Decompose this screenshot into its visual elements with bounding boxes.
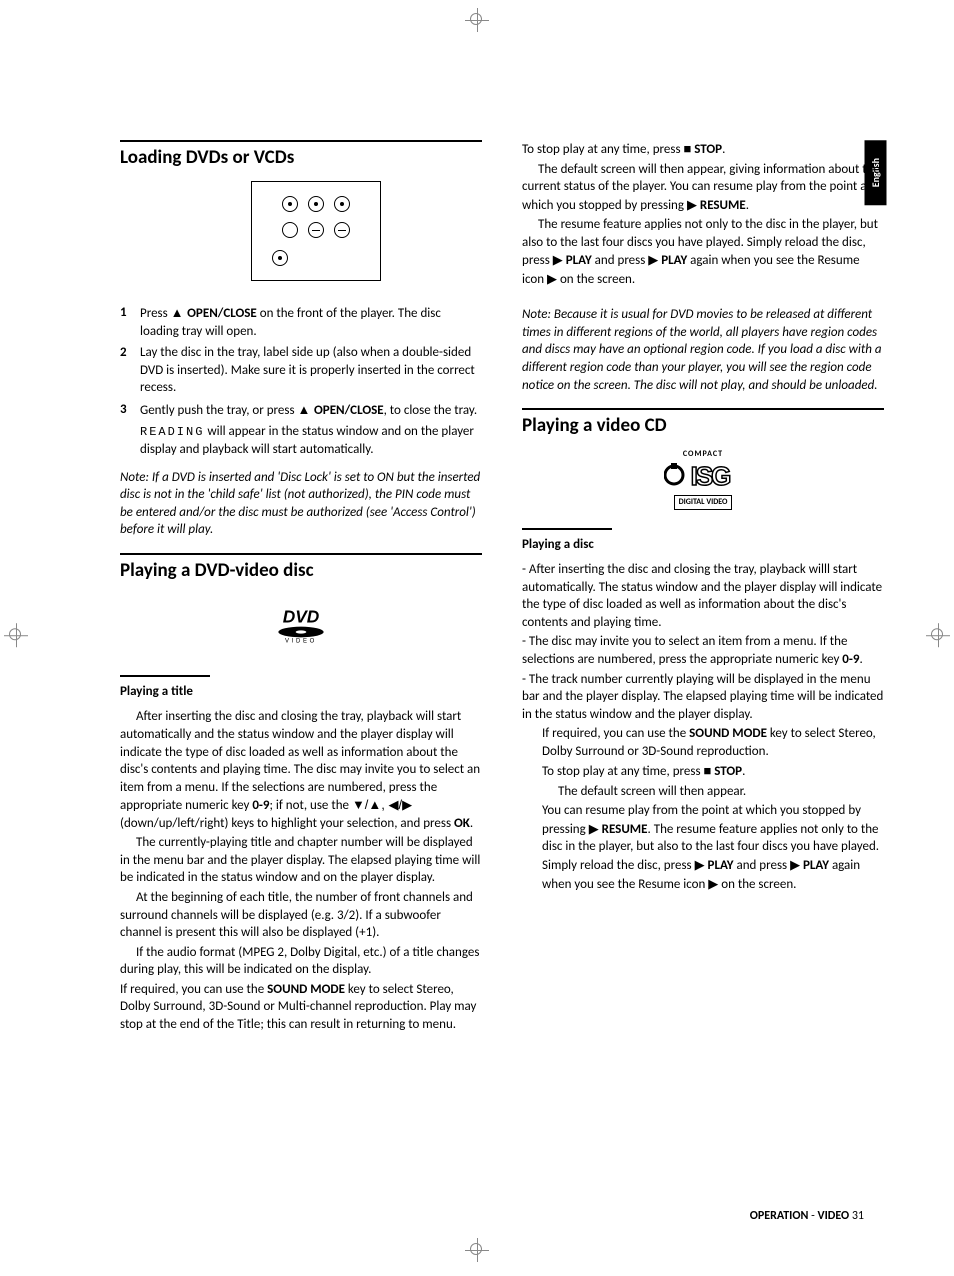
svg-text:VIDEO: VIDEO [285, 639, 317, 645]
section-rule [120, 675, 210, 677]
body-text: If the audio format (MPEG 2, Dolby Digit… [120, 944, 482, 979]
step-number: 2 [120, 344, 140, 397]
resume-icon: ▶ [708, 876, 718, 891]
section-rule [522, 528, 612, 530]
crop-mark-left [4, 623, 28, 653]
body-text: - The disc may invite you to select an i… [522, 633, 884, 668]
cd-logo-bottom: DIGITAL VIDEO [674, 495, 733, 510]
step-number: 1 [120, 304, 140, 340]
body-text: The currently-playing title and chapter … [120, 834, 482, 887]
body-text: The resume feature applies not only to t… [522, 216, 884, 288]
step-1: 1 Press ▲ OPEN/CLOSE on the front of the… [120, 304, 482, 340]
footer-section: OPERATION [750, 1209, 809, 1223]
svg-text:DVD: DVD [283, 607, 320, 627]
note-disc-lock: Note: If a DVD is inserted and 'Disc Loc… [120, 469, 482, 539]
left-column: Loading DVDs or VCDs 1 Press ▲ OPEN/CLOS… [120, 140, 482, 1186]
body-text: The default screen will then appear, giv… [522, 161, 884, 215]
right-column: To stop play at any time, press ■ STOP. … [522, 140, 884, 1186]
step-3: 3 Gently push the tray, or press ▲ OPEN/… [120, 401, 482, 420]
body-text: To stop play at any time, press ■ STOP. [542, 762, 884, 781]
note-region-code: Note: Because it is usual for DVD movies… [522, 306, 884, 394]
step-text: Lay the disc in the tray, label side up … [140, 344, 482, 397]
step-text: Press [140, 306, 171, 321]
resume-icon: ▶ [547, 271, 557, 286]
play-icon: ▶ [648, 252, 658, 267]
cd-logo-mid: ISG [664, 460, 742, 492]
crop-mark-top [465, 8, 489, 38]
body-text: The default screen will then appear. [542, 783, 884, 801]
tray-figure [120, 181, 482, 287]
steps-list: 1 Press ▲ OPEN/CLOSE on the front of the… [120, 304, 482, 419]
body-text: You can resume play from the point at wh… [542, 802, 884, 893]
subheading-playing-title: Playing a title [120, 683, 482, 701]
body-text: After inserting the disc and closing the… [120, 708, 482, 832]
cd-logo: COMPACT ISG DIGITAL VIDEO [522, 449, 884, 510]
body-text: - After inserting the disc and closing t… [522, 561, 884, 631]
resume-icon: ▶ [589, 821, 599, 836]
dvd-logo: DVD VIDEO [120, 593, 482, 657]
cd-logo-top: COMPACT [664, 449, 742, 460]
button-label: OPEN/CLOSE [314, 403, 384, 418]
body-text: If required, you can use the SOUND MODE … [120, 981, 482, 1034]
step-number: 3 [120, 401, 140, 420]
step-text: , to close the tray. [384, 403, 478, 418]
arrow-keys-icon: ▼/▲, ◀/▶ [352, 797, 412, 812]
page-footer: OPERATION - VIDEO 31 [750, 1208, 864, 1224]
play-icon: ▶ [790, 857, 800, 872]
play-icon: ▶ [695, 857, 705, 872]
body-text: - The track number currently playing wil… [522, 671, 884, 724]
body-text: At the beginning of each title, the numb… [120, 889, 482, 942]
footer-page-number: 31 [849, 1209, 864, 1223]
page-content: Loading DVDs or VCDs 1 Press ▲ OPEN/CLOS… [120, 140, 884, 1186]
heading-vcd: Playing a video CD [522, 408, 884, 439]
footer-subsection: VIDEO [817, 1209, 849, 1223]
subheading-playing-disc: Playing a disc [522, 536, 884, 554]
crop-mark-right [926, 623, 950, 653]
step-2: 2 Lay the disc in the tray, label side u… [120, 344, 482, 397]
step-text: Gently push the tray, or press [140, 403, 298, 418]
body-text: If required, you can use the SOUND MODE … [542, 725, 884, 760]
body-text: To stop play at any time, press ■ STOP. [522, 140, 884, 159]
button-label: OPEN/CLOSE [187, 306, 257, 321]
eject-icon: ▲ [298, 402, 314, 417]
status-display: READING [140, 425, 204, 439]
heading-dvd: Playing a DVD-video disc [120, 553, 482, 584]
resume-icon: ▶ [687, 197, 697, 212]
heading-loading: Loading DVDs or VCDs [120, 140, 482, 171]
svg-text:ISG: ISG [691, 461, 731, 490]
eject-icon: ▲ [171, 305, 187, 320]
dvd-logo-icon: DVD VIDEO [261, 599, 341, 649]
crop-mark-bottom [465, 1238, 489, 1268]
tray-box-icon [251, 181, 381, 281]
play-icon: ▶ [553, 252, 563, 267]
